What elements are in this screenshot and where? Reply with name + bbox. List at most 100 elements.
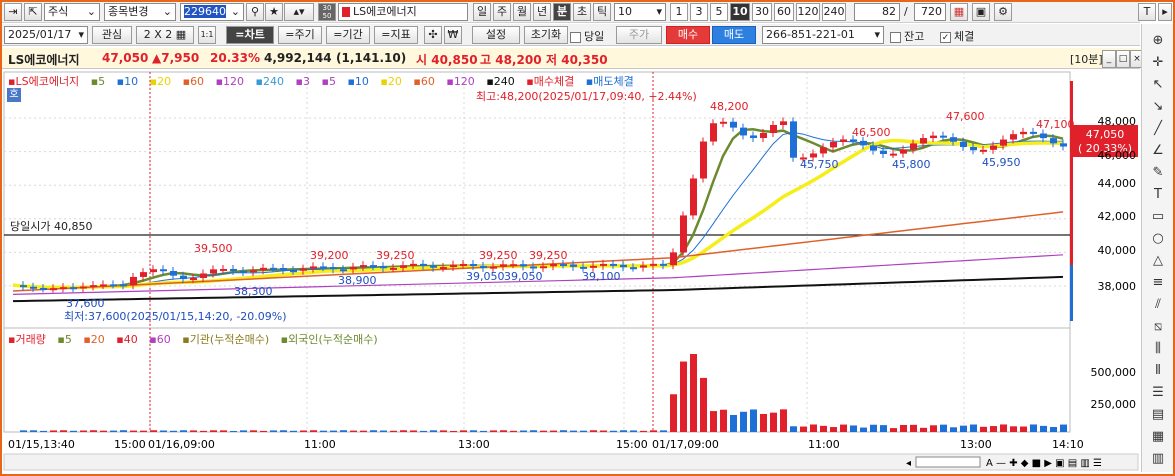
volume-bar xyxy=(180,430,187,432)
tab-range[interactable]: =기간 xyxy=(326,26,370,44)
price-label: 38,300 xyxy=(234,285,273,298)
scroll-thumb[interactable] xyxy=(915,456,981,468)
interest-button[interactable]: 관심 xyxy=(92,26,132,44)
volume-bar xyxy=(970,424,977,432)
toolbar-secondary: 2025/01/17 ▾ 관심 2 X 2 ▦ 1:1 =차트 =주기 =기간 =… xyxy=(2,24,1140,46)
buy-button[interactable]: 매수 xyxy=(666,26,710,44)
tab-period[interactable]: =주기 xyxy=(278,26,322,44)
expand-icon[interactable]: ⇱ xyxy=(24,3,42,21)
interval-1[interactable]: 1 xyxy=(670,3,688,21)
search-icon[interactable]: ⚲ xyxy=(246,3,264,21)
code-input[interactable]: 229640 ⌄ xyxy=(180,3,244,21)
cross-tool-icon[interactable]: ✛ xyxy=(1149,54,1167,72)
price-button[interactable]: 주가 xyxy=(616,26,662,44)
period-tick[interactable]: 틱 xyxy=(593,3,611,21)
market-select[interactable]: 주식 ⌄ xyxy=(44,3,100,21)
ratio-button[interactable]: 1:1 xyxy=(198,26,216,44)
minimize-icon[interactable]: _ xyxy=(1102,50,1116,68)
crosshair-icon[interactable]: ✣ xyxy=(424,26,442,44)
volume-bar xyxy=(790,426,797,432)
grid-layout-button[interactable]: 2 X 2 ▦ xyxy=(136,26,194,44)
tab-chart[interactable]: =차트 xyxy=(226,26,274,44)
save-icon[interactable]: ▣ xyxy=(972,3,990,21)
period-day[interactable]: 일 xyxy=(473,3,491,21)
today-checkbox[interactable]: 당일 xyxy=(570,28,604,44)
grid-icon[interactable]: ▦ xyxy=(950,3,968,21)
execution-checkbox[interactable]: ✓ 체결 xyxy=(940,28,974,44)
channel-icon[interactable]: ⫽ xyxy=(1149,296,1167,314)
gear-icon[interactable]: ⚙ xyxy=(994,3,1012,21)
pointer-icon[interactable]: ↖ xyxy=(1149,76,1167,94)
balance-checkbox[interactable]: 잔고 xyxy=(890,28,924,44)
zoom-controls[interactable]: A — ✚ ◆ ■ ▶ ▣ ▤ ▥ ☰ xyxy=(986,458,1102,469)
volume-bar xyxy=(500,430,507,432)
interval-240[interactable]: 240 xyxy=(822,3,846,21)
volume-bar xyxy=(190,430,197,432)
candle-body xyxy=(380,266,387,269)
vertical-lines-icon[interactable]: ⦀ xyxy=(1149,362,1167,380)
scroll-left-icon[interactable]: ◂ xyxy=(906,458,911,469)
triangle-icon[interactable]: △ xyxy=(1149,252,1167,270)
price-volume-chart[interactable]: 39,500 38,300 39,200 38,900 39,250 39,250 39,2… xyxy=(2,70,1140,472)
pencil-icon[interactable]: ✎ xyxy=(1149,164,1167,182)
stock-name-field[interactable]: LS에코에너지 xyxy=(338,3,468,21)
tab-indicator[interactable]: =지표 xyxy=(374,26,418,44)
fibonacci-icon[interactable]: ≡ xyxy=(1149,274,1167,292)
zoom-icon[interactable]: ⊕ xyxy=(1149,32,1167,50)
period-week[interactable]: 주 xyxy=(493,3,511,21)
volume-bar xyxy=(810,424,817,432)
candle-body xyxy=(720,121,727,124)
interval-3[interactable]: 3 xyxy=(690,3,708,21)
account-select[interactable]: 266-851-221-01 ▾ xyxy=(762,26,884,44)
line-tool-icon[interactable]: ╱ xyxy=(1149,120,1167,138)
won-icon[interactable]: ₩ xyxy=(444,26,462,44)
sell-button[interactable]: 매도 xyxy=(712,26,756,44)
interval-select[interactable]: 10 ▾ xyxy=(614,3,666,21)
interval-60[interactable]: 60 xyxy=(774,3,794,21)
candle-body xyxy=(790,121,797,158)
reset-button[interactable]: 초기화 xyxy=(524,26,568,44)
angle-tool-icon[interactable]: ∠ xyxy=(1149,142,1167,160)
chart-area[interactable]: 39,500 38,300 39,200 38,900 39,250 39,250 39,2… xyxy=(2,70,1140,472)
interval-30[interactable]: 30 xyxy=(752,3,772,21)
settings-button[interactable]: 설정 xyxy=(472,26,520,44)
bars-icon[interactable]: ⫼ xyxy=(1149,340,1167,358)
rectangle-icon[interactable]: ▭ xyxy=(1149,208,1167,226)
volume-bar xyxy=(290,430,297,432)
text-tool-icon[interactable]: T xyxy=(1138,3,1156,21)
period-minute[interactable]: 분 xyxy=(553,3,571,21)
maximize-icon[interactable]: □ xyxy=(1116,50,1130,68)
period-year[interactable]: 년 xyxy=(533,3,551,21)
lock-icon[interactable]: ▤ xyxy=(1149,406,1167,424)
volume-bar xyxy=(480,430,487,432)
hline-icon[interactable]: ☰ xyxy=(1149,384,1167,402)
interval-120[interactable]: 120 xyxy=(796,3,820,21)
circle-icon[interactable]: ○ xyxy=(1149,230,1167,248)
pointer2-icon[interactable]: ↘ xyxy=(1149,98,1167,116)
star-icon[interactable]: ★ xyxy=(265,3,283,21)
price-label: 45,800 xyxy=(892,158,931,171)
trash-icon[interactable]: ▥ xyxy=(1149,450,1167,468)
volume-bar xyxy=(310,430,317,432)
period-second[interactable]: 초 xyxy=(573,3,591,21)
chart-count-icon[interactable]: 30 50 xyxy=(318,3,336,21)
box-icon[interactable]: ⧅ xyxy=(1149,318,1167,336)
magnet-icon[interactable]: ▦ xyxy=(1149,428,1167,446)
arrow-right-icon[interactable]: ▸ xyxy=(1158,3,1172,21)
text-plus-icon[interactable]: T xyxy=(1149,186,1167,204)
ho-badge[interactable]: 호 xyxy=(7,88,21,102)
time-tick-8: 13:00 xyxy=(960,438,992,451)
change-symbol-select[interactable]: 종목변경 ⌄ xyxy=(104,3,176,21)
interval-5[interactable]: 5 xyxy=(710,3,728,21)
count-input[interactable]: 82 xyxy=(854,3,900,21)
total-input[interactable]: 720 xyxy=(914,3,946,21)
volume-bar xyxy=(730,414,737,432)
interval-10[interactable]: 10 xyxy=(730,3,750,21)
time-tick-3: 11:00 xyxy=(304,438,336,451)
period-month[interactable]: 월 xyxy=(513,3,531,21)
pin-icon[interactable]: ⇥ xyxy=(4,3,22,21)
updown-icon[interactable]: ▴▾ xyxy=(284,3,314,21)
price-label: 47,100 xyxy=(1036,118,1075,131)
date-input[interactable]: 2025/01/17 ▾ xyxy=(4,26,88,44)
price-label: 38,900 xyxy=(338,274,377,287)
